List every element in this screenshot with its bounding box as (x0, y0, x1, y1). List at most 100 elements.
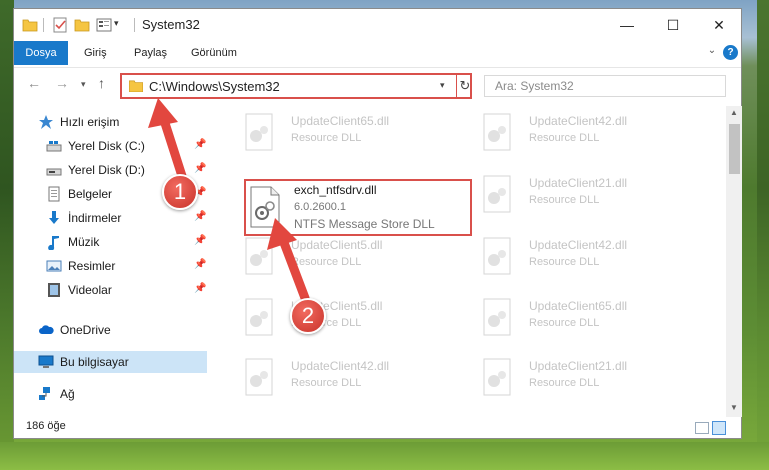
quick-access-separator (43, 18, 44, 32)
file-description: NTFS Message Store DLL (294, 217, 435, 231)
item-count: 186 öğe (26, 420, 66, 432)
sidebar-item-label: Müzik (68, 235, 100, 249)
file-type: Resource DLL (291, 132, 362, 144)
pin-icon[interactable]: 📌 (194, 163, 206, 174)
dll-file-icon (245, 298, 273, 336)
sidebar-item-network[interactable]: Ağ (14, 383, 207, 405)
file-item[interactable]: UpdateClient21.dll Resource DLL (477, 349, 707, 405)
file-item[interactable]: UpdateClient5.dll Resource DLL (239, 228, 469, 284)
file-list: UpdateClient65.dll Resource DLL UpdateCl… (219, 104, 724, 414)
file-name: UpdateClient65.dll (529, 299, 628, 313)
pin-icon[interactable]: 📌 (194, 283, 206, 294)
sidebar-item-videos[interactable]: Videolar 📌 (14, 279, 207, 301)
sidebar-item-label: Hızlı erişim (60, 115, 120, 129)
sidebar-item-label: Bu bilgisayar (60, 355, 129, 369)
drive-icon (46, 141, 62, 152)
dll-file-icon (483, 113, 511, 151)
file-type: Resource DLL (529, 256, 600, 268)
pin-icon[interactable]: 📌 (194, 235, 206, 246)
file-name: UpdateClient42.dll (529, 114, 628, 128)
file-item[interactable]: UpdateClient65.dll Resource DLL (239, 104, 469, 160)
pin-icon[interactable]: 📌 (194, 211, 206, 222)
vertical-scrollbar[interactable]: ▲ ▼ (726, 106, 742, 417)
file-name: UpdateClient65.dll (291, 114, 390, 128)
scroll-thumb[interactable] (729, 124, 740, 174)
dll-file-icon (483, 237, 511, 275)
sidebar-item-quick-access[interactable]: Hızlı erişim (14, 111, 207, 133)
highlighted-file-item[interactable]: exch_ntfsdrv.dll 6.0.2600.1 NTFS Message… (244, 179, 472, 236)
sidebar-item-this-pc[interactable]: Bu bilgisayar (14, 351, 207, 373)
pin-icon[interactable]: 📌 (194, 139, 206, 150)
sidebar-item-label: OneDrive (60, 323, 111, 337)
file-type: Resource DLL (291, 256, 362, 268)
scroll-up-icon[interactable]: ▲ (726, 108, 742, 120)
forward-arrow-icon[interactable]: → (55, 75, 69, 91)
file-type: Resource DLL (529, 317, 600, 329)
file-item[interactable]: UpdateClient42.dll Resource DLL (477, 228, 707, 284)
file-name: UpdateClient5.dll (291, 238, 383, 252)
help-icon[interactable]: ? (723, 45, 738, 60)
dll-file-icon (483, 358, 511, 396)
search-input[interactable]: Ara: System32 (484, 75, 726, 97)
tab-share[interactable]: Paylaş (134, 41, 167, 65)
desktop-background-left (0, 0, 14, 470)
window-title: System32 (142, 17, 200, 32)
properties-check-icon[interactable] (52, 17, 68, 33)
address-bar[interactable]: C:\Windows\System32 ▾ ↻ (120, 73, 472, 99)
sidebar-item-label: Videolar (68, 283, 112, 297)
desktop-background-bottom (0, 442, 769, 470)
file-item[interactable]: UpdateClient21.dll Resource DLL (477, 166, 707, 222)
back-arrow-icon[interactable]: ← (27, 75, 41, 91)
step-marker-2: 2 (290, 298, 326, 334)
address-path[interactable]: C:\Windows\System32 (149, 79, 280, 94)
dll-file-icon (245, 237, 273, 275)
up-arrow-icon[interactable]: ↑ (98, 75, 105, 91)
dll-file-icon (245, 113, 273, 151)
dll-file-icon (245, 358, 273, 396)
sidebar-item-label: Yerel Disk (C:) (68, 139, 145, 153)
navigation-pane: Hızlı erişim Yerel Disk (C:) 📌 Yerel Dis… (14, 107, 207, 412)
sidebar-item-local-disk-c[interactable]: Yerel Disk (C:) 📌 (14, 135, 207, 157)
sidebar-item-onedrive[interactable]: OneDrive (14, 319, 207, 341)
sidebar-item-label: Belgeler (68, 187, 113, 201)
close-button[interactable]: ✕ (696, 9, 742, 41)
sidebar-item-music[interactable]: Müzik 📌 (14, 231, 207, 253)
maximize-button[interactable]: ☐ (650, 9, 696, 41)
refresh-icon[interactable]: ↻ (456, 75, 473, 97)
sidebar-item-label: İndirmeler (68, 211, 122, 225)
download-icon (49, 211, 59, 224)
file-item[interactable]: UpdateClient65.dll Resource DLL (477, 289, 707, 345)
sidebar-item-label: Yerel Disk (D:) (68, 163, 145, 177)
sidebar-item-pictures[interactable]: Resimler 📌 (14, 255, 207, 277)
tab-view[interactable]: Görünüm (191, 41, 237, 65)
expand-ribbon-icon[interactable]: ⌄ (705, 44, 719, 58)
file-name: UpdateClient42.dll (529, 238, 628, 252)
file-item[interactable]: UpdateClient5.dll Resource DLL (239, 289, 469, 345)
dll-file-icon (250, 186, 280, 228)
minimize-button[interactable]: — (604, 9, 650, 41)
folder-icon[interactable] (22, 17, 38, 33)
folder-icon (129, 80, 143, 92)
file-type: Resource DLL (529, 377, 600, 389)
address-dropdown-icon[interactable]: ▾ (440, 80, 445, 91)
file-name: UpdateClient21.dll (529, 176, 628, 190)
search-placeholder: Ara: System32 (495, 79, 574, 93)
tab-file[interactable]: Dosya (14, 41, 68, 65)
file-item[interactable]: UpdateClient42.dll Resource DLL (239, 349, 469, 405)
customize-toolbar-icon[interactable]: ▾ (114, 18, 119, 29)
pin-icon[interactable]: 📌 (194, 259, 206, 270)
file-item[interactable]: UpdateClient42.dll Resource DLL (477, 104, 707, 160)
desktop-background-right (757, 0, 769, 470)
recent-locations-icon[interactable]: ▾ (81, 79, 86, 90)
file-name: UpdateClient21.dll (529, 359, 628, 373)
new-folder-icon[interactable] (74, 17, 90, 33)
large-icons-view-icon[interactable] (712, 421, 726, 435)
details-view-icon[interactable] (695, 422, 709, 434)
navigation-bar: ← → ▾ ↑ C:\Windows\System32 ▾ ↻ Ara: Sys… (14, 67, 741, 99)
step-marker-1: 1 (162, 174, 198, 210)
sidebar-item-downloads[interactable]: İndirmeler 📌 (14, 207, 207, 229)
tab-home[interactable]: Giriş (84, 41, 107, 65)
videos-icon (48, 283, 60, 297)
properties-icon[interactable] (96, 17, 112, 33)
scroll-down-icon[interactable]: ▼ (726, 403, 742, 415)
